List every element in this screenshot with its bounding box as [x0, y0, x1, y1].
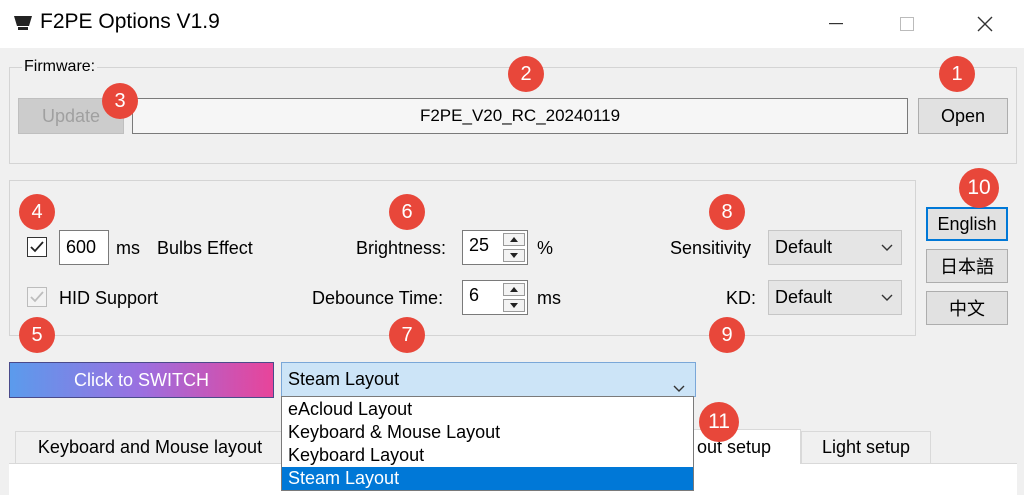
chinese-button[interactable]: 中文: [926, 291, 1008, 325]
chevron-down-icon: [881, 281, 893, 314]
check-icon: [30, 237, 44, 258]
brightness-label: Brightness:: [356, 238, 447, 258]
brightness-spinner[interactable]: 25: [462, 230, 528, 265]
maximize-button[interactable]: [884, 0, 930, 48]
layout-option-selected[interactable]: Steam Layout: [282, 467, 693, 490]
tab-keyboard-mouse-layout[interactable]: Keyboard and Mouse layout: [15, 431, 285, 464]
kd-label: KD:: [726, 288, 757, 308]
minimize-button[interactable]: [813, 0, 859, 48]
callout-marker: 11: [699, 402, 739, 442]
spinner-arrows: [503, 233, 525, 262]
chevron-down-icon: [673, 376, 685, 397]
kd-value: Default: [775, 287, 833, 307]
callout-marker: 7: [389, 317, 425, 353]
callout-marker: 4: [19, 194, 55, 230]
bulbs-effect-checkbox[interactable]: [27, 237, 47, 257]
callout-marker: 5: [19, 317, 55, 353]
callout-marker: 1: [939, 56, 975, 92]
callout-marker: 3: [102, 83, 138, 119]
callout-marker: 6: [389, 194, 425, 230]
japanese-button[interactable]: 日本語: [926, 249, 1008, 283]
close-icon: [977, 16, 993, 32]
sensitivity-value: Default: [775, 237, 833, 257]
spinner-arrows: [503, 283, 525, 312]
english-button[interactable]: English: [926, 207, 1008, 241]
keyboard-logo-icon: [14, 14, 32, 30]
layout-option[interactable]: Keyboard & Mouse Layout: [282, 421, 693, 444]
callout-marker: 10: [959, 168, 999, 208]
callout-marker: 9: [709, 317, 745, 353]
layout-dropdown-list: eAcloud Layout Keyboard & Mouse Layout K…: [281, 396, 694, 491]
open-button[interactable]: Open: [918, 98, 1008, 134]
brightness-value: 25: [469, 235, 490, 255]
chevron-down-icon: [881, 231, 893, 264]
bulbs-ms-input[interactable]: 600: [59, 230, 109, 265]
debounce-label: Debounce Time:: [312, 288, 444, 308]
tab-light-setup[interactable]: Light setup: [801, 431, 931, 464]
callout-marker: 2: [508, 56, 544, 92]
spin-down-icon[interactable]: [503, 299, 525, 312]
debounce-value: 6: [469, 285, 480, 305]
switch-button[interactable]: Click to SWITCH: [9, 362, 274, 398]
debounce-unit: ms: [537, 288, 561, 308]
callout-marker: 8: [709, 194, 745, 230]
firmware-legend: Firmware:: [22, 58, 98, 76]
kd-select[interactable]: Default: [768, 280, 902, 315]
close-button[interactable]: [962, 0, 1008, 48]
bulbs-ms-unit: ms: [116, 238, 140, 258]
layout-selected-value: Steam Layout: [288, 369, 400, 389]
window-title: F2PE Options V1.9: [40, 10, 220, 33]
minimize-icon: [829, 23, 843, 25]
bulbs-effect-label: Bulbs Effect: [157, 238, 253, 258]
sensitivity-label: Sensitivity: [670, 238, 752, 258]
maximize-icon: [900, 17, 914, 31]
layout-option[interactable]: eAcloud Layout: [282, 398, 693, 421]
sensitivity-select[interactable]: Default: [768, 230, 902, 265]
firmware-version-field[interactable]: F2PE_V20_RC_20240119: [132, 98, 908, 134]
spin-up-icon[interactable]: [503, 233, 525, 246]
spin-down-icon[interactable]: [503, 249, 525, 262]
debounce-spinner[interactable]: 6: [462, 280, 528, 315]
spin-up-icon[interactable]: [503, 283, 525, 296]
brightness-unit: %: [537, 238, 554, 258]
layout-option[interactable]: Keyboard Layout: [282, 444, 693, 467]
hid-support-label: HID Support: [59, 288, 159, 308]
layout-select[interactable]: Steam Layout: [281, 362, 696, 397]
check-icon: [30, 287, 44, 308]
hid-support-checkbox[interactable]: [27, 287, 47, 307]
